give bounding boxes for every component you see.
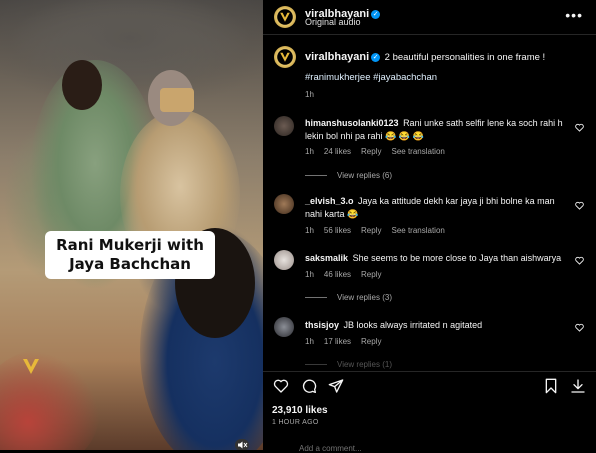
audio-muted-icon[interactable] <box>235 438 249 450</box>
comment-reply-button[interactable]: Reply <box>361 226 381 235</box>
comment-text: JB looks always irritated n agitated <box>343 320 483 330</box>
heart-icon[interactable] <box>273 378 289 394</box>
comment-item: himanshusolanki0123 Rani unke sath selfi… <box>305 117 563 143</box>
watermark-logo-icon <box>20 355 42 377</box>
phone <box>160 88 194 112</box>
person-left-head <box>62 60 102 110</box>
video-player[interactable]: Rani Mukerji with Jaya Bachchan <box>0 0 263 450</box>
caption-verified-icon: ✓ <box>371 53 381 62</box>
caption-text: 2 beautiful personalities in one frame ! <box>384 52 546 63</box>
post-header: viralbhayani ✓ Original audio ••• <box>263 0 596 35</box>
comment-avatar[interactable] <box>274 116 294 136</box>
comment-likes[interactable]: 56 likes <box>324 226 351 235</box>
comment-username[interactable]: thsisjoy <box>305 320 339 330</box>
comment-meta: 1h 46 likes Reply <box>305 270 391 279</box>
comment-meta: 1h 17 likes Reply <box>305 337 391 346</box>
comment-meta: 1h 56 likes Reply See translation <box>305 226 455 235</box>
comment-reply-button[interactable]: Reply <box>361 270 381 279</box>
comment-username[interactable]: himanshusolanki0123 <box>305 118 399 128</box>
comment-username[interactable]: saksmalik <box>305 253 348 263</box>
comment-age: 1h <box>305 147 314 156</box>
comment-item: thsisjoy JB looks always irritated n agi… <box>305 319 563 332</box>
comment-meta: 1h 24 likes Reply See translation <box>305 147 455 156</box>
comment-like-icon[interactable] <box>575 123 584 132</box>
comment-avatar[interactable] <box>274 194 294 214</box>
post-caption: viralbhayani ✓ 2 beautiful personalities … <box>305 49 585 64</box>
caption-author-avatar[interactable] <box>274 46 296 68</box>
audio-label[interactable]: Original audio <box>305 17 361 27</box>
more-options-icon[interactable]: ••• <box>565 7 583 23</box>
floor-red <box>0 350 100 450</box>
comment-likes[interactable]: 24 likes <box>324 147 351 156</box>
see-translation-button[interactable]: See translation <box>391 226 444 235</box>
comment-text: She seems to be more close to Jaya than … <box>352 253 562 263</box>
comment-like-icon[interactable] <box>575 201 584 210</box>
comment-reply-button[interactable]: Reply <box>361 337 381 346</box>
download-icon[interactable] <box>570 378 586 394</box>
bookmark-icon[interactable] <box>543 378 559 394</box>
verified-badge-icon: ✓ <box>371 10 381 19</box>
comment-like-icon[interactable] <box>575 323 584 332</box>
comment-avatar[interactable] <box>274 317 294 337</box>
video-caption: Rani Mukerji with Jaya Bachchan <box>45 231 215 279</box>
video-caption-line2: Jaya Bachchan <box>69 255 191 273</box>
comment-item: _elvish_3.o Jaya ka attitude dekh kar ja… <box>305 195 555 221</box>
comment-like-icon[interactable] <box>575 256 584 265</box>
comment-age: 1h <box>305 337 314 346</box>
comment-likes[interactable]: 17 likes <box>324 337 351 346</box>
action-bar: 23,910 likes 1 HOUR AGO Add a comment... <box>263 371 596 453</box>
share-icon[interactable] <box>328 378 344 394</box>
see-translation-button[interactable]: See translation <box>391 147 444 156</box>
post-panel: viralbhayani ✓ Original audio ••• viralbh… <box>263 0 596 453</box>
author-avatar[interactable] <box>274 6 296 28</box>
comment-age: 1h <box>305 270 314 279</box>
caption-hashtags[interactable]: #ranimukherjee #jayabachchan <box>305 72 437 83</box>
likes-count[interactable]: 23,910 likes <box>272 405 328 416</box>
view-replies-button[interactable]: View replies (3) <box>305 293 392 302</box>
comment-likes[interactable]: 46 likes <box>324 270 351 279</box>
comment-icon[interactable] <box>301 378 317 394</box>
comment-avatar[interactable] <box>274 250 294 270</box>
view-replies-button[interactable]: View replies (6) <box>305 171 392 180</box>
video-caption-line1: Rani Mukerji with <box>56 236 204 254</box>
caption-age: 1h <box>305 90 314 99</box>
caption-username[interactable]: viralbhayani <box>305 51 369 63</box>
comment-reply-button[interactable]: Reply <box>361 147 381 156</box>
comment-username[interactable]: _elvish_3.o <box>305 196 354 206</box>
comment-age: 1h <box>305 226 314 235</box>
post-time: 1 HOUR AGO <box>272 419 319 426</box>
comment-item: saksmalik She seems to be more close to … <box>305 252 563 265</box>
add-comment-input[interactable]: Add a comment... <box>299 444 362 453</box>
view-replies-button[interactable]: View replies (1) <box>305 360 392 369</box>
